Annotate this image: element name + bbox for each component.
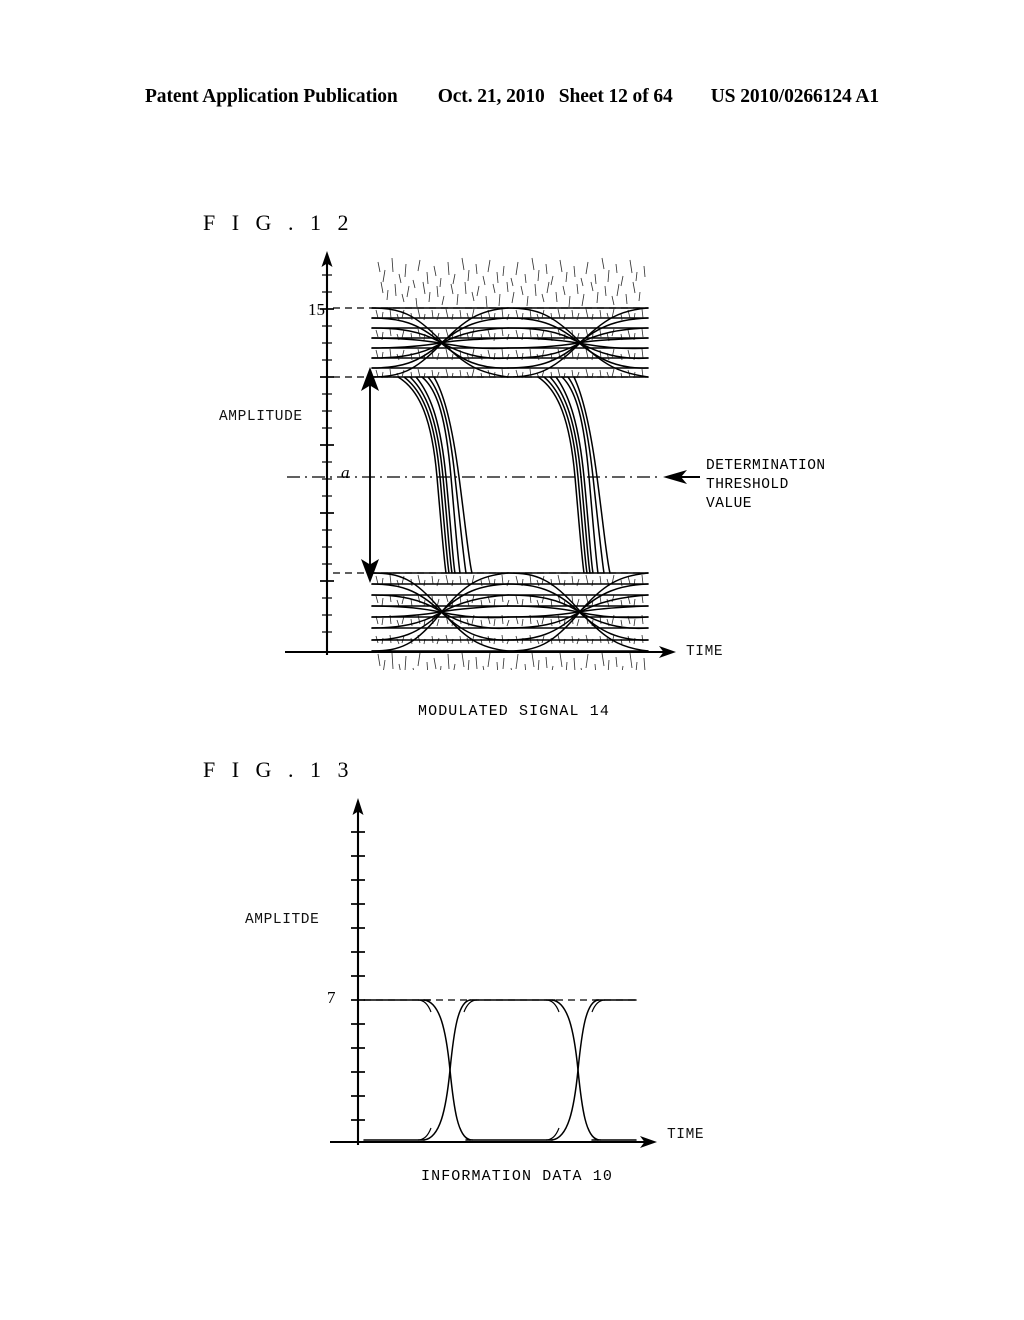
- patent-page: Patent Application Publication Oct. 21, 2…: [0, 0, 1024, 1320]
- fig13-eye-traces: [363, 999, 637, 1141]
- figure-13-label: F I G . 1 3: [203, 757, 354, 782]
- header-publication-title: Patent Application Publication: [144, 86, 398, 107]
- header-sheet-number: Sheet 12 of 64: [558, 86, 673, 107]
- fig13-y-axis: [351, 798, 365, 1145]
- fig12-noise-top: [377, 257, 646, 308]
- page-header: Patent Application Publication Oct. 21, 2…: [0, 86, 1024, 108]
- fig12-long-transitions: [397, 376, 611, 574]
- header-date: Oct. 21, 2010: [437, 86, 545, 107]
- fig12-dimension-arrow-a: [361, 367, 379, 583]
- figure-12-drawing: [285, 251, 700, 670]
- fig12-y-axis: [320, 251, 334, 655]
- fig12-x-axis: [285, 646, 676, 658]
- fig12-noise-bottom: [377, 652, 646, 670]
- fig12-threshold-pointer-arrow: [663, 470, 700, 484]
- figure-12-label: F I G . 1 2: [203, 210, 354, 235]
- header-patent-number: US 2010/0266124 A1: [710, 86, 879, 107]
- fig13-x-axis: [330, 1136, 657, 1148]
- figure-13-drawing: [330, 798, 657, 1148]
